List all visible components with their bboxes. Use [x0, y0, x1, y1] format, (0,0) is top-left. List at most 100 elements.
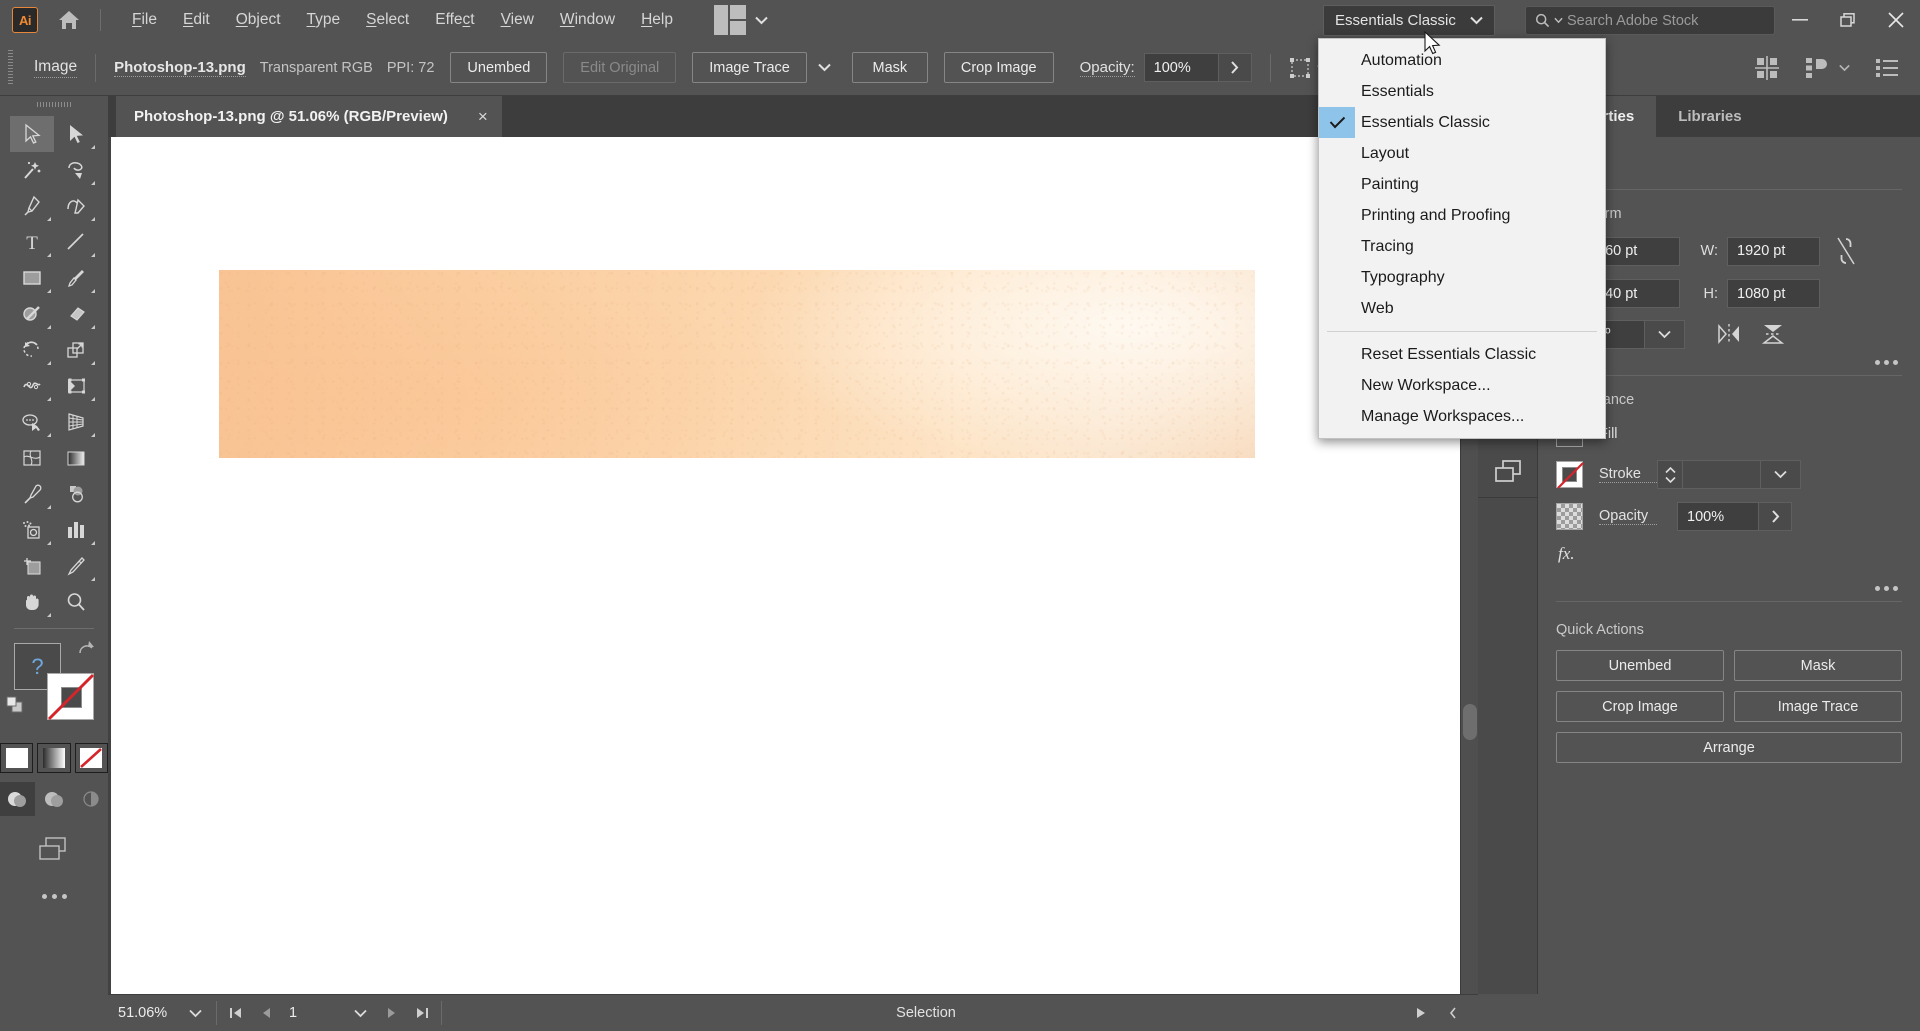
stroke-weight-input[interactable] — [1683, 460, 1761, 489]
tab-libraries[interactable]: Libraries — [1656, 96, 1763, 137]
adobe-stock-search[interactable]: Search Adobe Stock — [1525, 6, 1775, 35]
column-graph-tool[interactable] — [54, 512, 98, 548]
status-expand-button[interactable] — [1438, 1006, 1468, 1020]
workspace-menu-item-printing-and-proofing[interactable]: Printing and Proofing — [1319, 200, 1605, 231]
line-segment-tool[interactable] — [54, 224, 98, 260]
slice-tool[interactable] — [54, 548, 98, 584]
menu-item-file[interactable]: File — [119, 5, 170, 35]
workspace-menu-item-automation[interactable]: Automation — [1319, 45, 1605, 76]
placed-image-artwork[interactable] — [219, 270, 1255, 458]
workspace-menu-item-essentials-classic[interactable]: Essentials Classic — [1319, 107, 1605, 138]
home-icon[interactable] — [52, 0, 86, 40]
add-effect-button[interactable]: fx. — [1558, 544, 1902, 564]
width-tool[interactable] — [10, 368, 54, 404]
workspace-menu-item-manage-workspaces[interactable]: Manage Workspaces... — [1319, 401, 1605, 432]
paintbrush-tool[interactable] — [54, 260, 98, 296]
flip-horizontal-button[interactable] — [1711, 319, 1747, 349]
type-tool[interactable]: T — [10, 224, 54, 260]
shape-builder-tool[interactable] — [10, 404, 54, 440]
quick-action-arrange[interactable]: Arrange — [1556, 732, 1902, 763]
rotate-tool[interactable] — [10, 332, 54, 368]
next-artboard-button[interactable] — [377, 1006, 407, 1020]
change-screen-mode-button[interactable] — [0, 834, 108, 864]
none-swatch-button[interactable] — [74, 743, 108, 773]
appearance-opacity-swatch[interactable] — [1556, 503, 1583, 530]
stroke-color-swatch[interactable] — [47, 673, 95, 721]
document-tab[interactable]: Photoshop-13.png @ 51.06% (RGB/Preview) … — [116, 96, 502, 137]
artboard-number-dropdown[interactable] — [343, 1009, 377, 1018]
canvas-area[interactable] — [108, 137, 1478, 1031]
symbol-sprayer-tool[interactable] — [10, 512, 54, 548]
eraser-tool[interactable] — [54, 296, 98, 332]
image-trace-button[interactable]: Image Trace — [692, 52, 807, 83]
h-input[interactable]: 1080 pt — [1727, 279, 1820, 308]
transform-more-options-button[interactable] — [1556, 360, 1902, 365]
crop-image-button[interactable]: Crop Image — [943, 52, 1054, 83]
menu-item-select[interactable]: Select — [353, 5, 422, 35]
rectangle-tool[interactable] — [10, 260, 54, 296]
app-logo-icon[interactable]: Ai — [12, 7, 38, 33]
distribute-spacing-dropdown[interactable] — [1805, 57, 1850, 79]
quick-action-mask[interactable]: Mask — [1734, 650, 1902, 681]
selection-tool[interactable] — [10, 116, 54, 152]
blend-tool[interactable] — [54, 476, 98, 512]
control-bar-file-name[interactable]: Photoshop-13.png — [114, 59, 246, 77]
menu-item-type[interactable]: Type — [294, 5, 354, 35]
maximize-restore-button[interactable] — [1824, 0, 1872, 40]
artboard-tool[interactable] — [10, 548, 54, 584]
quick-action-image-trace[interactable]: Image Trace — [1734, 691, 1902, 722]
menu-item-effect[interactable]: Effect — [422, 5, 487, 35]
lasso-tool[interactable] — [54, 152, 98, 188]
close-window-button[interactable] — [1872, 0, 1920, 40]
appearance-opacity-options-button[interactable] — [1759, 502, 1792, 531]
first-artboard-button[interactable] — [221, 1006, 251, 1020]
gradient-swatch-button[interactable] — [37, 743, 71, 773]
appearance-opacity-input[interactable]: 100% — [1677, 502, 1759, 531]
workspace-menu-item-essentials[interactable]: Essentials — [1319, 76, 1605, 107]
zoom-level-dropdown[interactable] — [178, 1009, 212, 1018]
workspace-menu-item-layout[interactable]: Layout — [1319, 138, 1605, 169]
workspace-switcher-button[interactable]: Essentials Classic — [1323, 5, 1495, 36]
image-trace-preset-dropdown[interactable] — [813, 63, 836, 72]
draw-behind-button[interactable] — [37, 782, 72, 816]
menu-item-help[interactable]: Help — [628, 5, 686, 35]
menu-item-view[interactable]: View — [488, 5, 547, 35]
quick-action-unembed[interactable]: Unembed — [1556, 650, 1724, 681]
angle-dropdown-button[interactable] — [1645, 319, 1685, 349]
unembed-button[interactable]: Unembed — [450, 52, 548, 83]
workspace-menu-item-typography[interactable]: Typography — [1319, 262, 1605, 293]
eyedropper-tool[interactable] — [10, 476, 54, 512]
mesh-tool[interactable] — [10, 440, 54, 476]
w-input[interactable]: 1920 pt — [1727, 236, 1820, 266]
opacity-input[interactable]: 100% — [1143, 53, 1219, 82]
asset-export-panel-icon[interactable] — [1478, 449, 1538, 493]
edit-toolbar-button[interactable] — [0, 894, 108, 899]
workspace-menu-item-reset[interactable]: Reset Essentials Classic — [1319, 339, 1605, 370]
menu-item-edit[interactable]: Edit — [170, 5, 223, 35]
menu-item-object[interactable]: Object — [223, 5, 294, 35]
artboard[interactable] — [111, 137, 1461, 994]
arrange-documents-button[interactable] — [706, 1, 776, 39]
last-artboard-button[interactable] — [407, 1006, 437, 1020]
status-play-button[interactable] — [1406, 1006, 1436, 1020]
quick-action-crop-image[interactable]: Crop Image — [1556, 691, 1724, 722]
tools-panel-grip[interactable] — [0, 96, 108, 112]
stroke-options-dropdown[interactable] — [1761, 460, 1801, 489]
workspace-menu-item-painting[interactable]: Painting — [1319, 169, 1605, 200]
previous-artboard-button[interactable] — [251, 1006, 281, 1020]
shaper-tool[interactable] — [10, 296, 54, 332]
gradient-tool[interactable] — [54, 440, 98, 476]
zoom-tool[interactable] — [54, 584, 98, 620]
stroke-weight-stepper[interactable] — [1657, 460, 1683, 489]
scale-tool[interactable] — [54, 332, 98, 368]
color-swatch-button[interactable] — [0, 743, 34, 773]
draw-inside-button[interactable] — [73, 782, 108, 816]
mask-button[interactable]: Mask — [851, 52, 928, 83]
control-bar-grip[interactable] — [6, 49, 14, 86]
direct-selection-tool[interactable] — [54, 116, 98, 152]
close-document-icon[interactable]: × — [478, 107, 488, 127]
zoom-level-value[interactable]: 51.06% — [108, 1005, 178, 1021]
workspace-menu-item-new-workspace[interactable]: New Workspace... — [1319, 370, 1605, 401]
artboard-number-value[interactable]: 1 — [281, 1005, 343, 1021]
workspace-menu-item-web[interactable]: Web — [1319, 293, 1605, 324]
